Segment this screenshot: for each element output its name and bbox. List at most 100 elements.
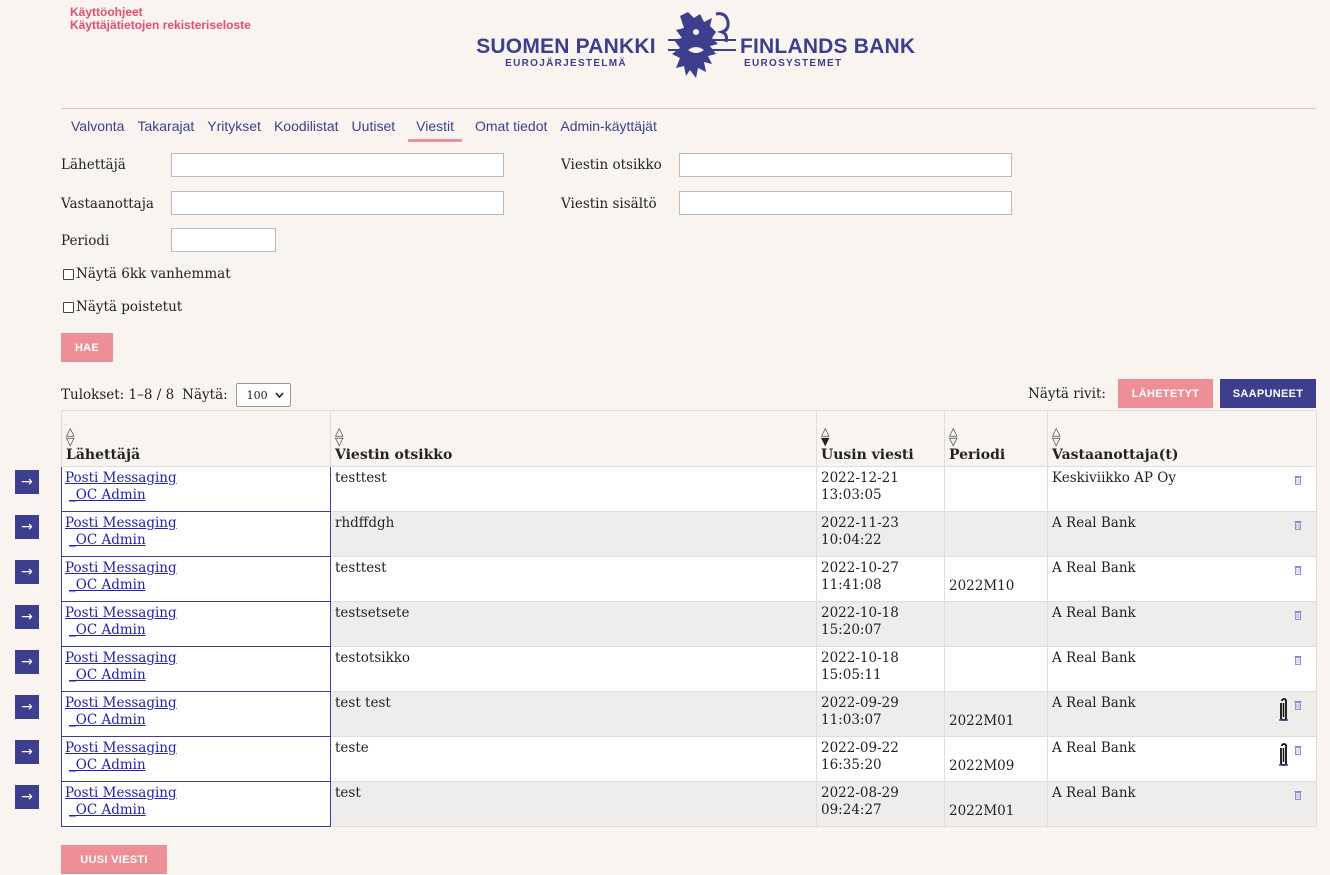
sort-arrows-icon[interactable]: △ ▽ xyxy=(949,426,1043,447)
sort-arrows-icon[interactable]: △ ▼ xyxy=(821,426,940,447)
period-value: 2022M01 xyxy=(949,712,1015,729)
sender-link[interactable]: Posti Messaging xyxy=(65,470,327,487)
search-button[interactable]: HAE xyxy=(61,333,113,362)
period-cell: 2022M09 xyxy=(944,736,1048,782)
trash-icon[interactable] xyxy=(1294,520,1302,530)
sender-cell: Posti Messaging _OC Admin xyxy=(61,736,331,782)
period-cell xyxy=(944,466,1048,512)
nav-item-admin-kayttajat[interactable]: Admin-käyttäjät xyxy=(560,118,656,142)
period-cell xyxy=(944,601,1048,647)
table-row[interactable]: Posti Messaging _OC Admin testotsikko 2022-… xyxy=(61,646,1317,692)
show-old-checkbox-row[interactable]: Näytä 6kk vanhemmat xyxy=(63,266,231,282)
nav-item-omat-tiedot[interactable]: Omat tiedot xyxy=(475,118,547,142)
sort-arrows-icon[interactable]: △ ▽ xyxy=(66,426,326,447)
table-row[interactable]: Posti Messaging _OC Admin test test 2022-09… xyxy=(61,691,1317,737)
show-deleted-checkbox-row[interactable]: Näytä poistetut xyxy=(63,299,182,315)
table-row[interactable]: Posti Messaging _OC Admin teste 2022-09-22 1… xyxy=(61,736,1317,782)
latest-date: 2022-10-27 xyxy=(821,560,899,576)
col-latest-header[interactable]: △ ▼ Uusin viesti xyxy=(816,410,945,467)
arrow-right-icon[interactable]: → xyxy=(15,605,39,629)
nav-item-yritykset[interactable]: Yritykset xyxy=(207,118,261,142)
latest-date: 2022-10-18 xyxy=(821,650,899,666)
trash-icon[interactable] xyxy=(1294,745,1302,755)
show-rows-label: Näytä rivit: xyxy=(1028,386,1106,402)
sender-sub-link[interactable]: _OC Admin xyxy=(65,622,327,639)
sender-input[interactable] xyxy=(171,153,504,177)
show-deleted-checkbox[interactable] xyxy=(63,301,74,313)
sender-cell: Posti Messaging _OC Admin xyxy=(61,466,331,512)
latest-date: 2022-11-23 xyxy=(821,515,899,531)
nav-item-takarajat[interactable]: Takarajat xyxy=(137,118,194,142)
recipient-cell: A Real Bank xyxy=(1047,511,1317,557)
sender-sub-link[interactable]: _OC Admin xyxy=(65,487,327,504)
latest-date: 2022-10-18 xyxy=(821,605,899,621)
trash-icon[interactable] xyxy=(1294,655,1302,665)
sender-link[interactable]: Posti Messaging xyxy=(65,695,327,712)
trash-icon[interactable] xyxy=(1294,700,1302,710)
col-period-header[interactable]: △ ▽ Periodi xyxy=(944,410,1048,467)
latest-date: 2022-08-29 xyxy=(821,785,899,801)
sender-link[interactable]: Posti Messaging xyxy=(65,650,327,667)
arrow-right-icon[interactable]: → xyxy=(15,515,39,539)
arrow-right-icon[interactable]: → xyxy=(15,695,39,719)
table-header-row: △ ▽ Lähettäjä △ ▽ Viestin otsikko △ ▼ Uusin vi… xyxy=(61,410,1317,467)
arrow-right-icon[interactable]: → xyxy=(15,785,39,809)
sender-label: Lähettäjä xyxy=(61,157,126,173)
period-label: Periodi xyxy=(61,233,110,249)
received-filter-button[interactable]: SAAPUNEET xyxy=(1220,379,1316,408)
sender-sub-link[interactable]: _OC Admin xyxy=(65,802,327,819)
sort-arrows-icon[interactable]: △ ▽ xyxy=(335,426,812,447)
logo-swedish-name: FINLANDS BANK xyxy=(740,35,916,58)
nav-item-valvonta[interactable]: Valvonta xyxy=(71,118,124,142)
table-row[interactable]: Posti Messaging _OC Admin testtest 2022-12-… xyxy=(61,466,1317,512)
trash-icon[interactable] xyxy=(1294,790,1302,800)
new-message-button[interactable]: UUSI VIESTI xyxy=(61,845,167,874)
table-row[interactable]: Posti Messaging _OC Admin testtest 2022-10-… xyxy=(61,556,1317,602)
nav-item-koodilistat[interactable]: Koodilistat xyxy=(274,118,339,142)
sent-filter-button[interactable]: LÄHETETYT xyxy=(1118,379,1213,408)
table-row[interactable]: Posti Messaging _OC Admin test 2022-08-29 09… xyxy=(61,781,1317,827)
sender-link[interactable]: Posti Messaging xyxy=(65,515,327,532)
page-size-select[interactable]: 100 xyxy=(235,383,291,407)
trash-icon[interactable] xyxy=(1294,565,1302,575)
sender-link[interactable]: Posti Messaging xyxy=(65,560,327,577)
recipient-name: A Real Bank xyxy=(1052,695,1136,711)
paperclip-icon[interactable] xyxy=(1278,743,1290,767)
subject-input[interactable] xyxy=(679,153,1012,177)
sender-sub-link[interactable]: _OC Admin xyxy=(65,712,327,729)
period-value: 2022M01 xyxy=(949,802,1015,819)
receiver-input[interactable] xyxy=(171,191,504,215)
arrow-right-icon[interactable]: → xyxy=(15,740,39,764)
nav-item-uutiset[interactable]: Uutiset xyxy=(352,118,396,142)
trash-icon[interactable] xyxy=(1294,475,1302,485)
sender-link[interactable]: Posti Messaging xyxy=(65,740,327,757)
sender-sub-link[interactable]: _OC Admin xyxy=(65,532,327,549)
col-recipients-header[interactable]: △ ▽ Vastaanottaja(t) xyxy=(1047,410,1317,467)
sender-link[interactable]: Posti Messaging xyxy=(65,605,327,622)
main-nav: Valvonta Takarajat Yritykset Koodilistat… xyxy=(61,108,1316,148)
paperclip-icon[interactable] xyxy=(1278,698,1290,722)
sender-sub-link[interactable]: _OC Admin xyxy=(65,667,327,684)
sort-arrows-icon[interactable]: △ ▽ xyxy=(1052,426,1312,447)
trash-icon[interactable] xyxy=(1294,610,1302,620)
sender-sub-link[interactable]: _OC Admin xyxy=(65,577,327,594)
show-old-checkbox[interactable] xyxy=(63,268,74,280)
sender-link[interactable]: Posti Messaging xyxy=(65,785,327,802)
arrow-right-icon[interactable]: → xyxy=(15,470,39,494)
col-sender-header[interactable]: △ ▽ Lähettäjä xyxy=(61,410,331,467)
recipient-name: A Real Bank xyxy=(1052,515,1136,531)
nav-item-viestit[interactable]: Viestit xyxy=(408,118,462,142)
col-subject-header[interactable]: △ ▽ Viestin otsikko xyxy=(330,410,817,467)
table-row[interactable]: Posti Messaging _OC Admin rhdffdgh 2022-11-… xyxy=(61,511,1317,557)
arrow-right-icon[interactable]: → xyxy=(15,560,39,584)
table-row[interactable]: Posti Messaging _OC Admin testsetsete 2022-… xyxy=(61,601,1317,647)
arrow-right-icon[interactable]: → xyxy=(15,650,39,674)
privacy-statement-link[interactable]: Käyttäjätietojen rekisteriseloste xyxy=(70,19,251,32)
period-value: 2022M09 xyxy=(949,757,1015,774)
sender-sub-link[interactable]: _OC Admin xyxy=(65,757,327,774)
recipient-cell: A Real Bank xyxy=(1047,601,1317,647)
logo-finnish-text: SUOMEN PANKKI EUROJÄRJESTELMÄ xyxy=(466,36,666,70)
logo-swedish-sub: EUROSYSTEMET xyxy=(744,58,843,69)
period-input[interactable] xyxy=(171,228,276,252)
content-input[interactable] xyxy=(679,191,1012,215)
